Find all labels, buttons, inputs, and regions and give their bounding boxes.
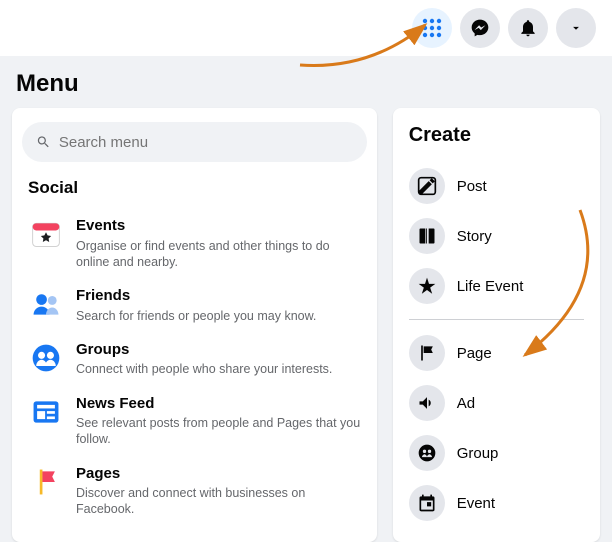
pages-icon xyxy=(28,464,64,500)
menu-item-desc: Organise or find events and other things… xyxy=(76,238,361,271)
menu-item-desc: Discover and connect with businesses on … xyxy=(76,485,361,518)
ad-icon xyxy=(409,385,445,421)
menu-item-title: Events xyxy=(76,216,361,236)
page-title: Menu xyxy=(0,56,612,108)
menu-item-desc: See relevant posts from people and Pages… xyxy=(76,415,361,448)
menu-item-title: Groups xyxy=(76,340,361,360)
create-heading: Create xyxy=(409,124,584,147)
create-item-label: Page xyxy=(457,345,492,362)
search-icon xyxy=(36,134,51,150)
menu-grid-button[interactable] xyxy=(412,8,452,48)
create-item-label: Ad xyxy=(457,395,475,412)
search-menu[interactable] xyxy=(22,122,367,162)
events-icon xyxy=(28,216,64,252)
notifications-button[interactable] xyxy=(508,8,548,48)
story-icon xyxy=(409,218,445,254)
account-dropdown-button[interactable] xyxy=(556,8,596,48)
friends-icon xyxy=(28,286,64,322)
create-item-event[interactable]: Event xyxy=(403,478,590,528)
create-item-life-event[interactable]: Life Event xyxy=(403,261,590,311)
event-icon xyxy=(409,485,445,521)
create-item-label: Group xyxy=(457,445,499,462)
grid-icon xyxy=(422,18,442,38)
create-item-post[interactable]: Post xyxy=(403,161,590,211)
create-item-page[interactable]: Page xyxy=(403,328,590,378)
menu-item-desc: Search for friends or people you may kno… xyxy=(76,308,361,324)
create-item-ad[interactable]: Ad xyxy=(403,378,590,428)
menu-item-title: News Feed xyxy=(76,394,361,414)
menu-item-title: Friends xyxy=(76,286,361,306)
menu-item-desc: Connect with people who share your inter… xyxy=(76,361,361,377)
create-item-group[interactable]: Group xyxy=(403,428,590,478)
bell-icon xyxy=(518,18,538,38)
menu-panel: Social EventsOrganise or find events and… xyxy=(12,108,377,542)
create-item-label: Story xyxy=(457,228,492,245)
post-icon xyxy=(409,168,445,204)
section-social-heading: Social xyxy=(28,178,361,198)
search-input[interactable] xyxy=(59,134,353,151)
groups-icon xyxy=(28,340,64,376)
create-panel: Create Post Story Life Event Page Ad Gro… xyxy=(393,108,600,542)
news-feed-icon xyxy=(28,394,64,430)
top-navigation xyxy=(0,0,612,56)
caret-down-icon xyxy=(569,21,583,35)
group-icon xyxy=(409,435,445,471)
page-icon xyxy=(409,335,445,371)
menu-item-friends[interactable]: Friends Search for friends or people you … xyxy=(22,278,367,332)
menu-item-events[interactable]: EventsOrganise or find events and other … xyxy=(22,208,367,278)
create-item-story[interactable]: Story xyxy=(403,211,590,261)
menu-item-news-feed[interactable]: News FeedSee relevant posts from people … xyxy=(22,386,367,456)
create-item-label: Event xyxy=(457,495,495,512)
messenger-icon xyxy=(470,18,490,38)
menu-item-title: Pages xyxy=(76,464,361,484)
menu-item-pages[interactable]: PagesDiscover and connect with businesse… xyxy=(22,456,367,526)
create-item-label: Life Event xyxy=(457,278,524,295)
menu-item-groups[interactable]: GroupsConnect with people who share your… xyxy=(22,332,367,386)
create-item-label: Post xyxy=(457,178,487,195)
messenger-button[interactable] xyxy=(460,8,500,48)
create-divider xyxy=(409,319,584,320)
life-event-icon xyxy=(409,268,445,304)
